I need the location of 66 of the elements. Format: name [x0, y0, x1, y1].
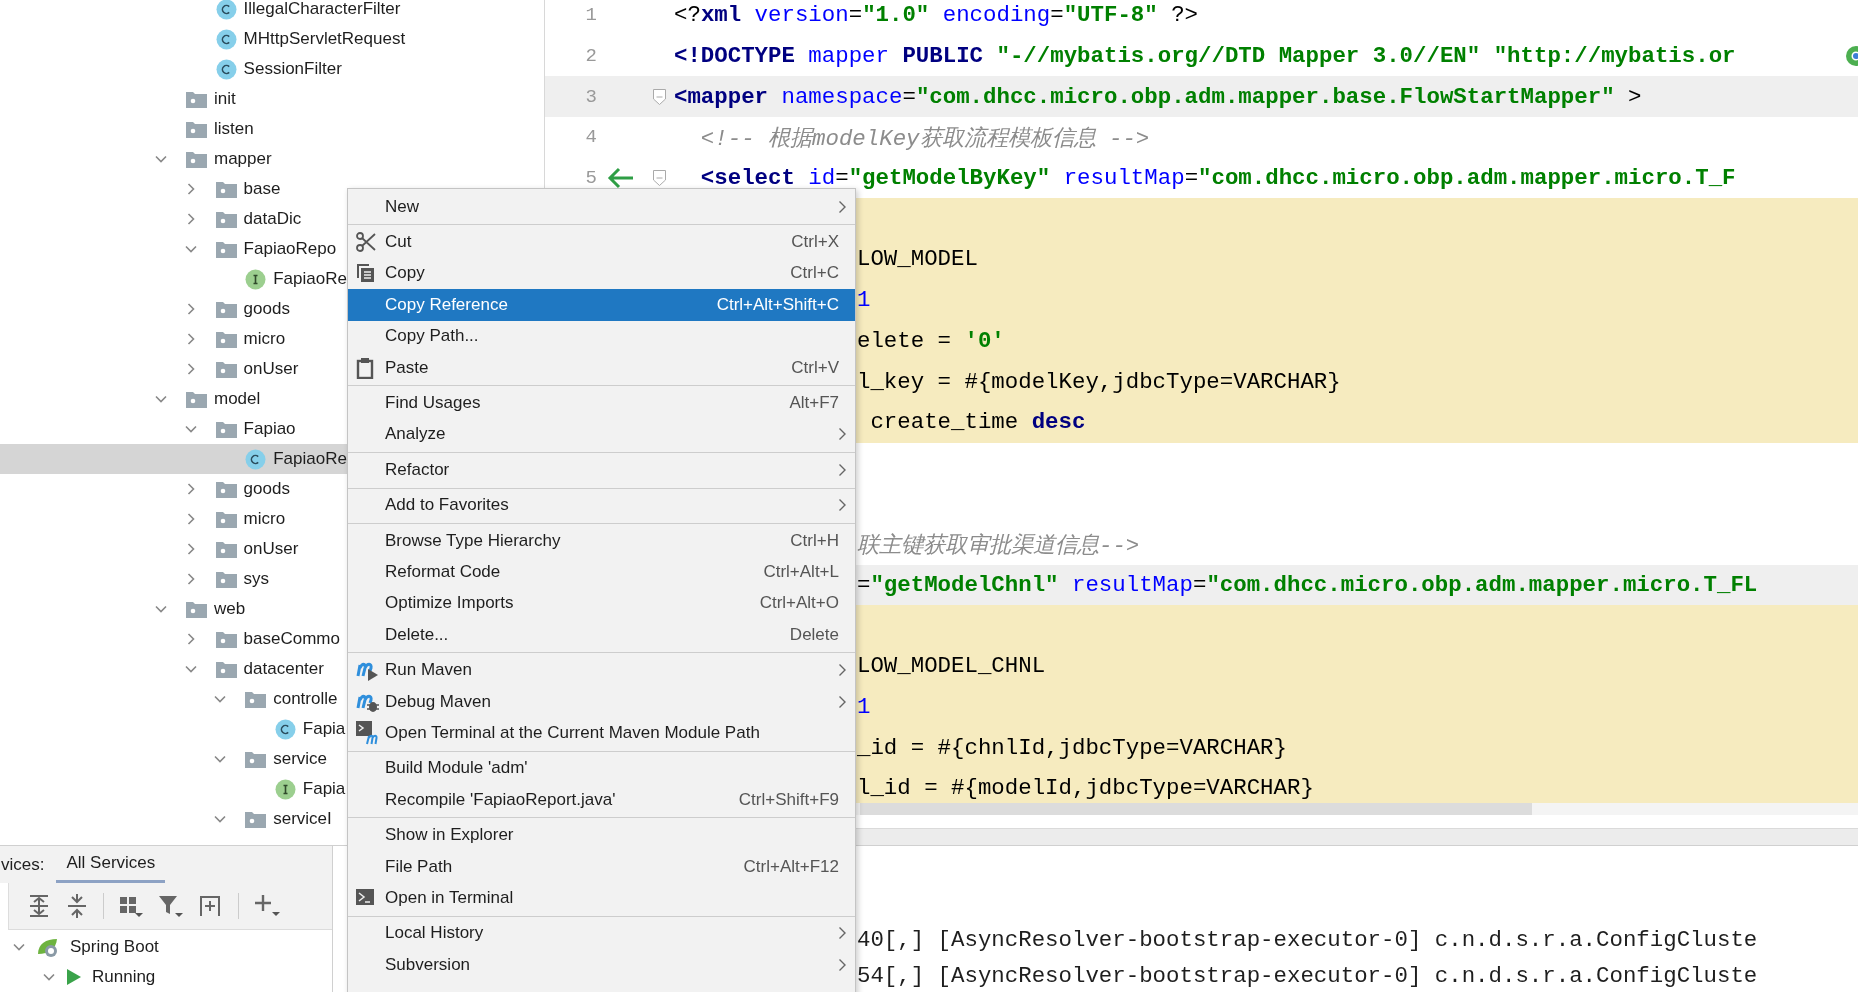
shortcut-label: Ctrl+H	[790, 530, 839, 551]
menu-item[interactable]: Delete... Delete	[348, 619, 855, 651]
console-line: 54[,] [AsyncResolver-bootstrap-executor-0] c.n.d.s.r.a.ConfigCluste	[857, 962, 1758, 991]
panel-caption: vices:	[1, 853, 45, 876]
code-line: 联主键获取审批渠道信息-->	[857, 531, 1140, 560]
line-number: 5	[584, 167, 597, 190]
shortcut-label: Ctrl+Alt+O	[759, 593, 839, 614]
menu-item[interactable]: Reformat Code Ctrl+Alt+L	[348, 556, 855, 588]
menu-item[interactable]: Run Maven	[348, 654, 855, 686]
shortcut-label: Ctrl+C	[790, 263, 839, 284]
menu-item[interactable]: Subversion	[348, 949, 855, 981]
code-line: <mapper namespace="com.dhcc.micro.obp.adm.mapper.base.FlowStartMapper" >	[674, 83, 1642, 110]
menu-item[interactable]: Build Module 'adm'	[348, 752, 855, 785]
menu-item[interactable]: Copy Ctrl+C	[348, 257, 855, 290]
menu-item[interactable]: Browse Type Hierarchy Ctrl+H	[348, 524, 855, 557]
code-line: create_time desc	[869, 409, 1086, 436]
tree-item[interactable]: SessionFilter	[0, 54, 544, 84]
shortcut-label: Ctrl+X	[791, 232, 839, 253]
menu-item[interactable]: Open Terminal at the Current Maven Module Path	[348, 717, 855, 749]
code-line: l_id = #{modelId,jdbcType=VARCHAR}	[857, 775, 1314, 802]
code-line: _id = #{chnlId,jdbcType=VARCHAR}	[857, 734, 1287, 761]
menu-item[interactable]: Recompile 'FapiaoReport.java' Ctrl+Shift+F9	[348, 784, 855, 816]
console-line: 40[,] [AsyncResolver-bootstrap-executor-0] c.n.d.s.r.a.ConfigCluste	[857, 926, 1758, 955]
shortcut-label: Delete	[789, 624, 839, 645]
menu-item[interactable]: File Path Ctrl+Alt+F12	[348, 850, 855, 883]
code-line: <!DOCTYPE mapper PUBLIC "-//mybatis.org//DTD Mapper 3.0//EN" "http://mybatis.or	[674, 43, 1736, 70]
tree-item[interactable]: MHttpServletRequest	[0, 24, 544, 54]
shortcut-label: Ctrl+V	[791, 357, 839, 378]
tree-item[interactable]: IllegalCharacterFilter	[0, 0, 544, 24]
menu-item[interactable]: Cut Ctrl+X	[348, 226, 855, 258]
menu-item[interactable]: Copy Reference Ctrl+Alt+Shift+C	[348, 289, 855, 321]
shortcut-label: Ctrl+Shift+F9	[738, 789, 839, 810]
code-line: l_key = #{modelKey,jdbcType=VARCHAR}	[857, 368, 1341, 395]
run-tree-item[interactable]: Running	[0, 962, 332, 992]
tree-item[interactable]: init	[0, 84, 544, 114]
shortcut-label: Ctrl+Alt+F12	[743, 856, 839, 877]
menu-item[interactable]: Open in Terminal	[348, 882, 855, 914]
menu-item[interactable]: Add to Favorites	[348, 489, 855, 521]
shortcut-label: Alt+F7	[789, 393, 839, 414]
menu-item[interactable]: Copy Path...	[348, 320, 855, 352]
menu-item[interactable]: Optimize Imports Ctrl+Alt+O	[348, 587, 855, 620]
line-number: 3	[584, 85, 597, 108]
menu-item[interactable]: Paste Ctrl+V	[348, 351, 855, 384]
tree-item[interactable]: mapper	[0, 144, 544, 174]
code-line: elete = '0'	[857, 327, 1005, 354]
menu-item[interactable]: Find Usages Alt+F7	[348, 387, 855, 419]
code-line: ="getModelChnl" resultMap="com.dhcc.micro.obp.adm.mapper.micro.T_FL	[857, 571, 1758, 598]
code-line: <select id="getModelByKey" resultMap="com.dhcc.micro.obp.adm.mapper.micro.T_F	[699, 165, 1736, 192]
menu-item[interactable]: Refactor	[348, 454, 855, 486]
line-number: 1	[584, 4, 597, 27]
menu-item[interactable]: New	[348, 191, 855, 223]
code-line: LOW_MODEL	[857, 246, 978, 273]
menu-item[interactable]: Local History	[348, 917, 855, 949]
code-line: <?xml version="1.0" encoding="UTF-8" ?>	[674, 2, 1199, 29]
code-line: 1	[857, 694, 871, 721]
run-tree-item[interactable]: Spring Boot	[0, 932, 332, 962]
tree-item[interactable]: listen	[0, 114, 544, 144]
code-line: LOW_MODEL_CHNL	[857, 653, 1046, 680]
shortcut-label: Ctrl+Alt+Shift+C	[716, 294, 839, 315]
code-line: 1	[857, 287, 871, 314]
code-line: <!-- 根据modelKey获取流程模板信息 -->	[699, 124, 1150, 153]
line-number: 4	[584, 126, 597, 149]
shortcut-label: Ctrl+Alt+L	[763, 562, 839, 582]
line-number: 2	[584, 45, 597, 68]
menu-item[interactable]: Show in Explorer	[348, 819, 855, 851]
menu-item[interactable]: Debug Maven	[348, 685, 855, 718]
